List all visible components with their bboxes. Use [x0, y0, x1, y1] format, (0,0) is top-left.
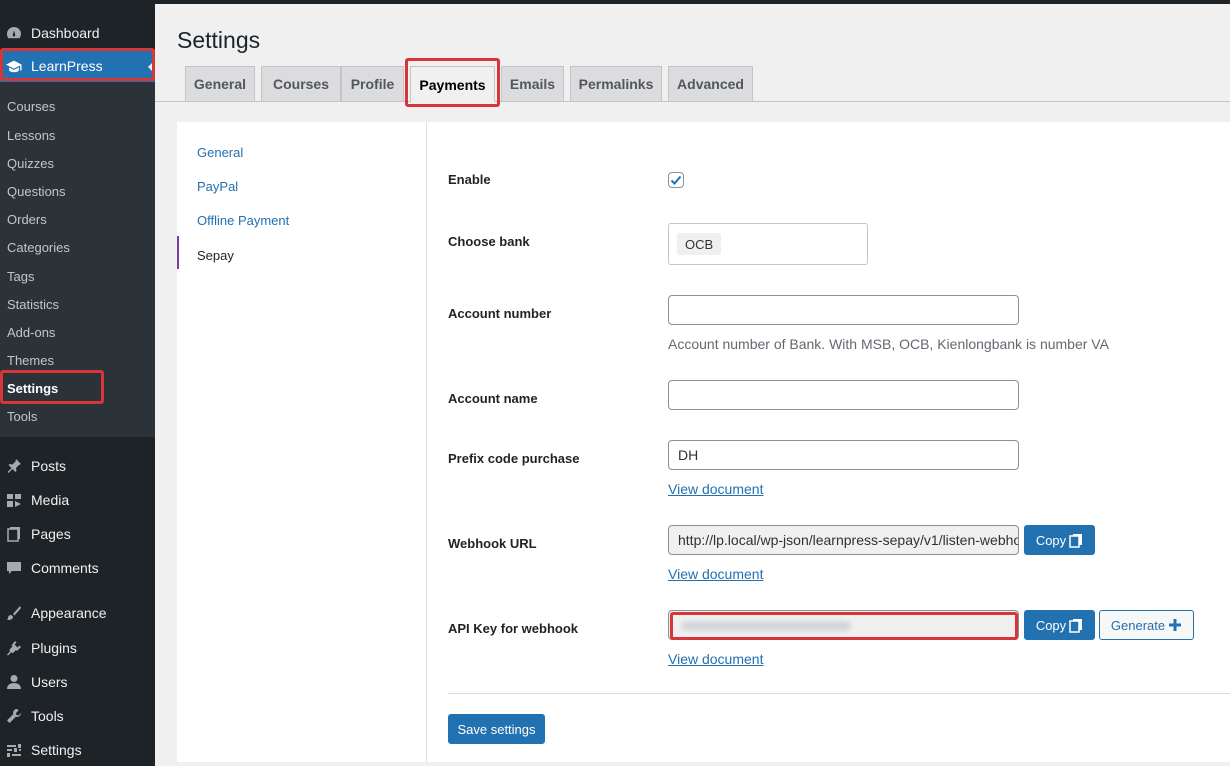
- menu-users[interactable]: Users: [0, 666, 155, 698]
- menu-label: Settings: [31, 742, 82, 758]
- api-key-view-document-link[interactable]: View document: [668, 651, 763, 667]
- menu-label: Appearance: [31, 605, 107, 621]
- submenu-quizzes[interactable]: Quizzes: [7, 156, 54, 171]
- submenu-themes[interactable]: Themes: [7, 353, 54, 368]
- bank-select[interactable]: OCB: [668, 223, 868, 265]
- enable-checkbox[interactable]: [668, 172, 684, 188]
- submenu-questions[interactable]: Questions: [7, 184, 66, 199]
- submenu-tools[interactable]: Tools: [7, 409, 37, 424]
- submenu-settings[interactable]: Settings: [7, 381, 58, 396]
- menu-label: Users: [31, 674, 68, 690]
- api-key-field[interactable]: [668, 610, 1019, 640]
- generate-api-key-button[interactable]: Generate: [1099, 610, 1194, 640]
- settings-icon: [6, 742, 22, 758]
- webhook-view-document-link[interactable]: View document: [668, 566, 763, 582]
- prefix-label: Prefix code purchase: [448, 451, 580, 466]
- plus-icon: [1169, 619, 1182, 631]
- copy-label: Copy: [1035, 617, 1067, 633]
- copy-api-key-button[interactable]: Copy: [1024, 610, 1095, 640]
- menu-learnpress[interactable]: LearnPress: [0, 50, 155, 82]
- media-icon: [6, 492, 22, 508]
- webhook-label: Webhook URL: [448, 536, 537, 551]
- page-title: Settings: [177, 27, 261, 53]
- tab-payments[interactable]: Payments: [410, 66, 495, 102]
- tab-courses[interactable]: Courses: [261, 66, 341, 101]
- menu-label: Dashboard: [31, 25, 100, 41]
- form-divider: [448, 693, 1230, 694]
- tab-advanced[interactable]: Advanced: [668, 66, 753, 101]
- menu-label: Plugins: [31, 640, 77, 656]
- settings-panel: General PayPal Offline Payment Sepay Ena…: [177, 122, 1230, 762]
- submenu-courses[interactable]: Courses: [7, 99, 55, 114]
- pin-icon: [6, 458, 22, 474]
- prefix-view-document-link[interactable]: View document: [668, 481, 763, 497]
- webhook-url-field[interactable]: http://lp.local/wp-json/learnpress-sepay…: [668, 525, 1019, 555]
- subnav-paypal[interactable]: PayPal: [197, 179, 238, 194]
- api-key-label: API Key for webhook: [448, 621, 579, 636]
- brush-icon: [6, 605, 22, 621]
- menu-tools[interactable]: Tools: [0, 700, 155, 732]
- bank-label: Choose bank: [448, 234, 530, 249]
- menu-posts[interactable]: Posts: [0, 450, 155, 482]
- tab-emails[interactable]: Emails: [501, 66, 564, 101]
- menu-label: Posts: [31, 458, 67, 474]
- menu-label: Comments: [31, 560, 99, 576]
- pages-icon: [6, 526, 22, 542]
- menu-label: Media: [31, 492, 70, 508]
- account-name-label: Account name: [448, 391, 538, 406]
- subnav-offline-payment[interactable]: Offline Payment: [197, 213, 289, 228]
- checkmark-icon: [670, 175, 682, 185]
- tab-general[interactable]: General: [185, 66, 255, 101]
- copy-webhook-button[interactable]: Copy: [1024, 525, 1095, 555]
- menu-pages[interactable]: Pages: [0, 518, 155, 550]
- settings-tabs: General Courses Profile Payments Emails …: [155, 66, 1230, 102]
- blurred-api-key: [681, 621, 851, 631]
- copy-label: Copy: [1035, 532, 1067, 548]
- subnav-sepay[interactable]: Sepay: [197, 248, 234, 263]
- account-number-field[interactable]: [668, 295, 1019, 325]
- tab-profile[interactable]: Profile: [341, 66, 404, 101]
- menu-comments[interactable]: Comments: [0, 552, 155, 584]
- menu-appearance[interactable]: Appearance: [0, 597, 155, 629]
- wrench-icon: [6, 708, 22, 724]
- menu-label: LearnPress: [31, 58, 103, 74]
- save-settings-button[interactable]: Save settings: [448, 714, 545, 744]
- user-icon: [6, 674, 22, 690]
- subnav-general[interactable]: General: [197, 145, 243, 160]
- graduation-cap-icon: [6, 58, 22, 74]
- menu-settings[interactable]: Settings: [0, 734, 155, 766]
- submenu-statistics[interactable]: Statistics: [7, 297, 59, 312]
- admin-sidebar: Dashboard LearnPress Courses Lessons Qui…: [0, 4, 155, 766]
- dashboard-icon: [6, 25, 22, 41]
- submenu-add-ons[interactable]: Add-ons: [7, 325, 55, 340]
- menu-label: Pages: [31, 526, 71, 542]
- main-content: Settings General Courses Profile Payment…: [155, 4, 1230, 766]
- submenu-categories[interactable]: Categories: [7, 240, 70, 255]
- submenu-lessons[interactable]: Lessons: [7, 128, 55, 143]
- enable-label: Enable: [448, 172, 491, 187]
- submenu-tags[interactable]: Tags: [7, 269, 34, 284]
- menu-dashboard[interactable]: Dashboard: [0, 17, 155, 49]
- submenu-orders[interactable]: Orders: [7, 212, 47, 227]
- bank-chip: OCB: [677, 233, 722, 255]
- menu-media[interactable]: Media: [0, 484, 155, 516]
- account-number-label: Account number: [448, 306, 552, 321]
- tab-permalinks[interactable]: Permalinks: [570, 66, 662, 101]
- menu-label: Tools: [31, 708, 64, 724]
- account-number-description: Account number of Bank. With MSB, OCB, K…: [668, 336, 1109, 352]
- copy-icon: [1069, 533, 1083, 548]
- save-label: Save settings: [457, 721, 536, 737]
- copy-icon: [1069, 618, 1083, 633]
- comments-icon: [6, 560, 22, 576]
- payment-methods-nav: General PayPal Offline Payment Sepay: [177, 122, 427, 762]
- account-name-field[interactable]: [668, 380, 1019, 410]
- active-indicator: [177, 236, 179, 269]
- learnpress-submenu: Courses Lessons Quizzes Questions Orders…: [0, 82, 155, 437]
- generate-label: Generate: [1110, 617, 1166, 633]
- plugin-icon: [6, 640, 22, 656]
- menu-plugins[interactable]: Plugins: [0, 632, 155, 664]
- prefix-field[interactable]: DH: [668, 440, 1019, 470]
